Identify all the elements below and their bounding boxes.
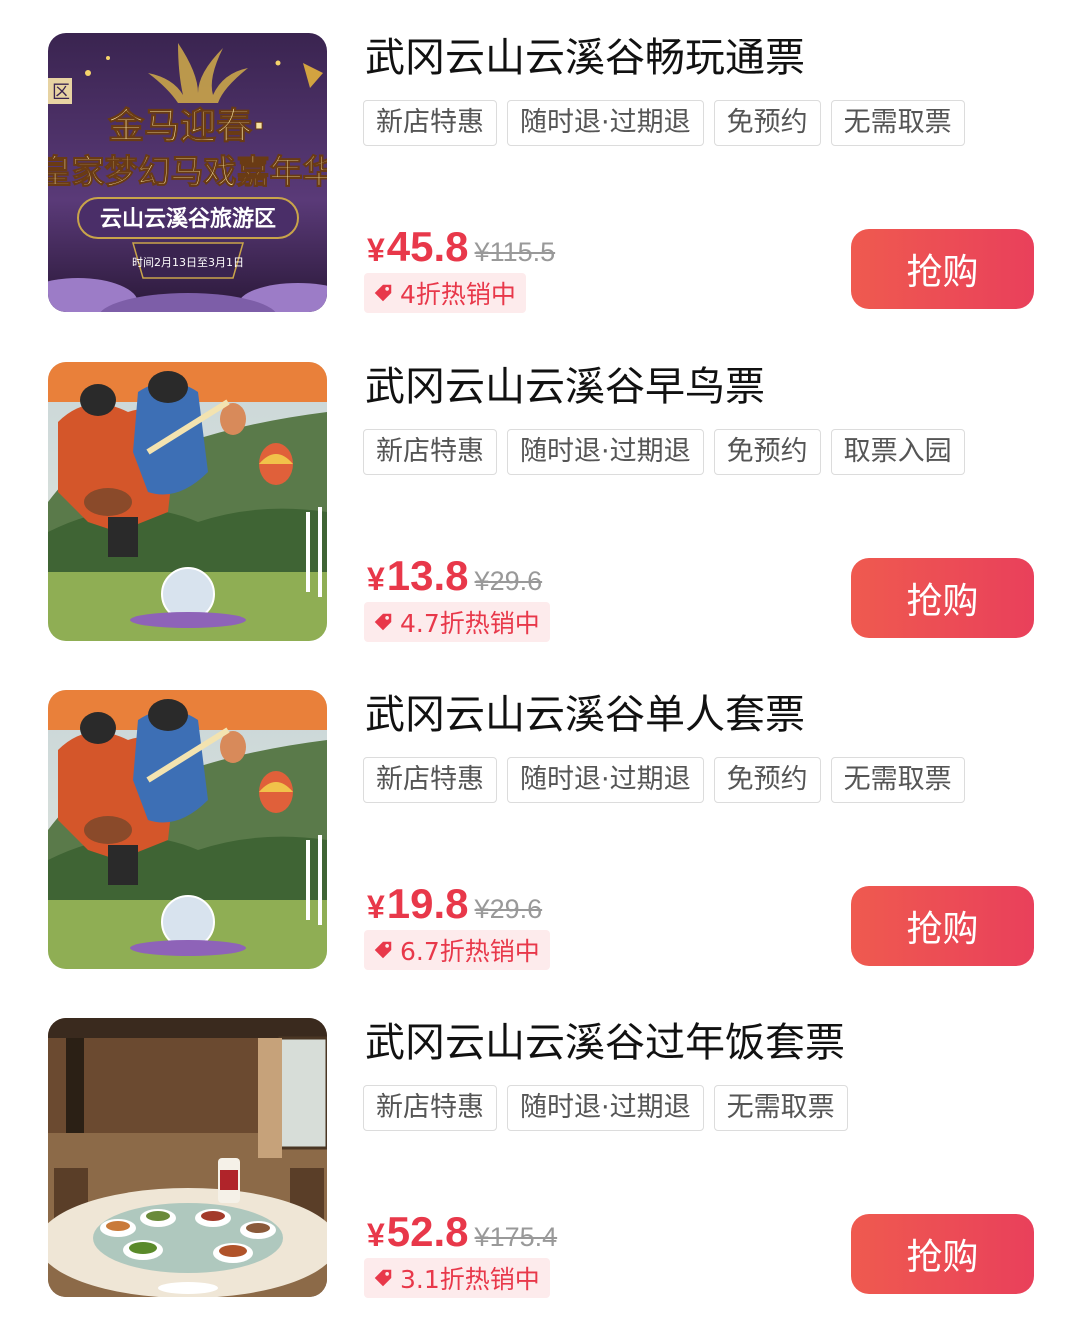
- original-price: ¥115.5: [474, 237, 556, 267]
- price-row: ¥45.8 ¥115.5: [367, 223, 555, 271]
- tag-refund-anytime: 随时退·过期退: [507, 100, 704, 146]
- poster-subtitle: 云山云溪谷旅游区: [100, 206, 276, 232]
- price-row: ¥52.8 ¥175.4: [367, 1208, 557, 1256]
- poster-headline-2: 皇家梦幻马戏嘉年华: [48, 152, 327, 191]
- poster-date: 时间2月13日至3月1日: [132, 256, 244, 269]
- original-price: ¥29.6: [474, 894, 543, 924]
- tag-no-ticket-pickup: 无需取票: [830, 100, 965, 146]
- current-price: ¥52.8: [367, 1208, 469, 1255]
- product-title[interactable]: 武冈云山云溪谷早鸟票: [365, 362, 1055, 412]
- product-tags: 新店特惠 随时退·过期退 无需取票: [363, 1085, 848, 1131]
- buy-button[interactable]: 抢购: [851, 558, 1034, 638]
- tag-new-store-deal: 新店特惠: [363, 429, 497, 475]
- buy-button[interactable]: 抢购: [851, 1214, 1034, 1294]
- product-thumbnail-circus-poster[interactable]: 区 金马迎春· 皇家梦幻马戏嘉年华 云山云溪谷旅游区 时间2月13日至3月1日: [48, 33, 327, 312]
- discount-text: 4.7折热销中: [400, 609, 540, 638]
- discount-text: 6.7折热销中: [400, 937, 540, 966]
- tag-no-reservation: 免预约: [713, 100, 821, 146]
- current-price: ¥45.8: [367, 223, 469, 270]
- price-tag-icon: [374, 613, 392, 631]
- price-tag-icon: [374, 941, 392, 959]
- tag-refund-anytime: 随时退·过期退: [507, 757, 704, 803]
- tag-refund-anytime: 随时退·过期退: [507, 1085, 704, 1131]
- product-card[interactable]: 武冈云山云溪谷早鸟票 新店特惠 随时退·过期退 免预约 取票入园 ¥13.8 ¥…: [0, 362, 1080, 662]
- buy-button[interactable]: 抢购: [851, 886, 1034, 966]
- discount-badge: 4折热销中: [364, 273, 526, 313]
- discount-badge: 6.7折热销中: [364, 930, 550, 970]
- product-card[interactable]: 区 金马迎春· 皇家梦幻马戏嘉年华 云山云溪谷旅游区 时间2月13日至3月1日 …: [0, 33, 1080, 333]
- tag-ticket-pickup-entry: 取票入园: [830, 429, 965, 475]
- tag-new-store-deal: 新店特惠: [363, 757, 497, 803]
- discount-text: 3.1折热销中: [400, 1265, 540, 1294]
- price-tag-icon: [374, 284, 392, 302]
- product-thumbnail-music-festival[interactable]: [48, 362, 327, 641]
- tag-new-store-deal: 新店特惠: [363, 100, 497, 146]
- discount-badge: 4.7折热销中: [364, 602, 550, 642]
- product-list: 区 金马迎春· 皇家梦幻马戏嘉年华 云山云溪谷旅游区 时间2月13日至3月1日 …: [0, 0, 1080, 1326]
- tag-new-store-deal: 新店特惠: [363, 1085, 497, 1131]
- price-row: ¥13.8 ¥29.6: [367, 552, 542, 600]
- tag-no-reservation: 免预约: [713, 757, 821, 803]
- product-card[interactable]: 武冈云山云溪谷过年饭套票 新店特惠 随时退·过期退 无需取票 ¥52.8 ¥17…: [0, 1018, 1080, 1318]
- product-thumbnail-banquet-table[interactable]: [48, 1018, 327, 1297]
- product-title[interactable]: 武冈云山云溪谷畅玩通票: [365, 33, 1055, 83]
- product-tags: 新店特惠 随时退·过期退 免预约 无需取票: [363, 100, 965, 146]
- poster-badge-text: 区: [52, 82, 70, 103]
- product-thumbnail-music-festival[interactable]: [48, 690, 327, 969]
- product-tags: 新店特惠 随时退·过期退 免预约 取票入园: [363, 429, 965, 475]
- discount-text: 4折热销中: [400, 280, 516, 309]
- discount-badge: 3.1折热销中: [364, 1258, 550, 1298]
- original-price: ¥29.6: [474, 566, 543, 596]
- tag-no-ticket-pickup: 无需取票: [713, 1085, 848, 1131]
- product-card[interactable]: 武冈云山云溪谷单人套票 新店特惠 随时退·过期退 免预约 无需取票 ¥19.8 …: [0, 690, 1080, 990]
- original-price: ¥175.4: [474, 1222, 558, 1252]
- current-price: ¥19.8: [367, 880, 469, 927]
- price-tag-icon: [374, 1269, 392, 1287]
- tag-no-ticket-pickup: 无需取票: [830, 757, 965, 803]
- current-price: ¥13.8: [367, 552, 469, 599]
- buy-button[interactable]: 抢购: [851, 229, 1034, 309]
- price-row: ¥19.8 ¥29.6: [367, 880, 542, 928]
- tag-refund-anytime: 随时退·过期退: [507, 429, 704, 475]
- product-title[interactable]: 武冈云山云溪谷单人套票: [365, 690, 1055, 740]
- poster-headline-1: 金马迎春·: [107, 105, 266, 147]
- product-tags: 新店特惠 随时退·过期退 免预约 无需取票: [363, 757, 965, 803]
- product-title[interactable]: 武冈云山云溪谷过年饭套票: [365, 1018, 1055, 1068]
- tag-no-reservation: 免预约: [713, 429, 821, 475]
